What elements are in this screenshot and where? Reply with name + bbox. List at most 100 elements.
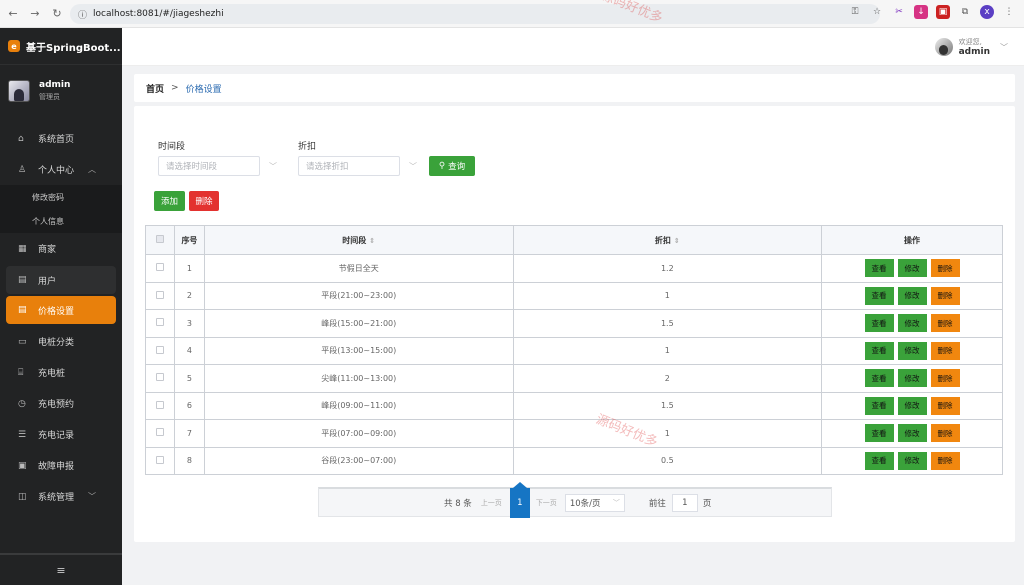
edit-button[interactable]: 修改 [897,451,927,470]
user-profile: admin 管理员 [0,65,122,117]
extension-icon[interactable]: ▣ [936,5,950,19]
sidebar-item-personal-center[interactable]: ♙ 个人中心 ︿ [0,154,122,185]
prev-page-button[interactable]: 上一页 [481,498,502,508]
sidebar-item-pile-category[interactable]: ▭ 电桩分类 [0,326,122,357]
sidebar-item-user[interactable]: ▤ 用户 [6,266,116,294]
chevron-down-icon: ﹀ [269,161,277,171]
cell-period: 节假日全天 [203,254,514,283]
user-menu[interactable]: 欢迎您, admin ﹀ [934,37,1008,57]
sidebar-item-label: 充电预约 [38,400,75,410]
cell-discount: 1.2 [512,254,823,283]
view-button[interactable]: 查看 [864,259,894,278]
add-button[interactable]: 添加 [154,191,185,211]
view-button[interactable]: 查看 [864,314,894,333]
view-button[interactable]: 查看 [864,451,894,470]
sidebar-item-home[interactable]: ⌂ 系统首页 [0,123,122,154]
menu-dots-icon[interactable]: ⋮ [1002,5,1016,19]
cell-period: 尖峰(11:00~13:00) [203,364,514,393]
sidebar-item-price-settings[interactable]: ▤ 价格设置 [6,296,116,324]
row-checkbox[interactable] [155,400,164,409]
forward-icon[interactable]: → [26,5,44,23]
pagination: 共 8 条 上一页 1 下一页 10条/页 ﹀ 前往 1 页 [318,481,832,518]
row-checkbox[interactable] [155,345,164,354]
sidebar-item-label: 用户 [38,276,57,287]
sidebar-item-merchant[interactable]: ▦ 商家 [0,233,122,264]
star-icon[interactable]: ☆ [870,5,884,19]
view-button[interactable]: 查看 [864,424,894,443]
table-row: 6 峰段(09:00~11:00) 1.5 查看 修改 删除 [145,391,1003,420]
collapse-menu-icon[interactable]: ≡ [0,553,122,585]
header-actions: 操作 [821,225,1003,255]
view-button[interactable]: 查看 [864,396,894,415]
edit-button[interactable]: 修改 [897,424,927,443]
cell-actions: 查看 修改 删除 [821,336,1003,365]
table-row: 5 尖峰(11:00~13:00) 2 查看 修改 删除 [145,364,1003,393]
row-checkbox[interactable] [155,428,164,437]
delete-button[interactable]: 删除 [930,451,960,470]
cell-discount: 1.5 [512,391,823,420]
row-checkbox[interactable] [155,290,164,299]
back-icon[interactable]: ← [4,5,22,23]
chevron-up-icon: ︿ [88,165,96,174]
sort-icon[interactable]: ⇕ [674,237,680,245]
row-checkbox[interactable] [155,263,164,272]
edit-button[interactable]: 修改 [897,396,927,415]
table-header-row: 序号 时间段 ⇕ 折扣 ⇕ 操作 [145,225,1003,255]
table-row: 4 平段(13:00~15:00) 1 查看 修改 删除 [145,336,1003,365]
sidebar-item-charging-record[interactable]: ☰ 充电记录 [0,419,122,450]
sidebar-item-system-management[interactable]: ◫ 系统管理 ﹀ [0,481,122,512]
app-header: e 基于SpringBoot... [0,28,122,65]
puzzle-icon[interactable]: ⧉ [958,5,972,19]
header-discount[interactable]: 折扣 ⇕ [512,225,823,255]
breadcrumb-home[interactable]: 首页 [146,82,164,95]
book-icon: ◫ [18,491,27,502]
sidebar-item-charging-pile[interactable]: ⌸ 充电桩 [0,357,122,388]
delete-button[interactable]: 删除 [930,259,960,278]
reload-icon[interactable]: ↻ [48,5,66,23]
current-page-button[interactable]: 1 [509,481,530,518]
view-button[interactable]: 查看 [864,341,894,360]
sidebar-item-charging-reservation[interactable]: ◷ 充电预约 [0,388,122,419]
goto-page-input[interactable]: 1 [671,493,698,512]
edit-button[interactable]: 修改 [897,369,927,388]
row-checkbox[interactable] [155,455,164,464]
view-button[interactable]: 查看 [864,286,894,305]
sort-icon[interactable]: ⇕ [369,237,375,245]
edit-button[interactable]: 修改 [897,286,927,305]
sidebar-subitem-change-password[interactable]: 修改密码 [0,185,122,209]
header-period[interactable]: 时间段 ⇕ [203,225,514,255]
batch-delete-button[interactable]: 删除 [189,191,219,211]
delete-button[interactable]: 删除 [930,396,960,415]
address-bar[interactable]: ⓘ localhost:8081/#/jiageshezhi [70,4,880,24]
discount-select[interactable]: 请选择折扣 ﹀ [298,156,417,176]
scissors-icon[interactable]: ✂ [892,5,906,19]
download-ext-icon[interactable]: ↓ [914,5,928,19]
site-info-icon[interactable]: ⓘ [78,8,87,21]
view-button[interactable]: 查看 [864,369,894,388]
edit-button[interactable]: 修改 [897,259,927,278]
delete-button[interactable]: 删除 [930,314,960,333]
edit-button[interactable]: 修改 [897,341,927,360]
edit-button[interactable]: 修改 [897,314,927,333]
next-page-button[interactable]: 下一页 [536,498,557,508]
delete-button[interactable]: 删除 [930,286,960,305]
select-all-checkbox[interactable] [155,235,164,243]
clock-icon: ◷ [18,398,26,409]
row-select-cell [145,336,175,365]
delete-button[interactable]: 删除 [930,341,960,360]
page-size-select[interactable]: 10条/页 ﹀ [564,493,625,512]
delete-button[interactable]: 删除 [930,424,960,443]
sidebar-item-label: 个人中心 [38,166,75,176]
period-select[interactable]: 请选择时间段 ﹀ [158,156,277,176]
row-checkbox[interactable] [155,373,164,382]
delete-button[interactable]: 删除 [930,369,960,388]
chevron-down-icon: ﹀ [1000,42,1008,52]
sidebar-item-label: 充电桩 [38,369,66,379]
key-icon[interactable]: ⚿ [848,5,862,19]
sidebar-item-fault-report[interactable]: ▣ 故障申报 [0,450,122,481]
search-button[interactable]: ⚲ 查询 [429,156,475,176]
sidebar-subitem-personal-info[interactable]: 个人信息 [0,209,122,233]
cell-actions: 查看 修改 删除 [821,391,1003,420]
row-checkbox[interactable] [155,318,164,327]
profile-icon[interactable]: x [980,5,994,19]
